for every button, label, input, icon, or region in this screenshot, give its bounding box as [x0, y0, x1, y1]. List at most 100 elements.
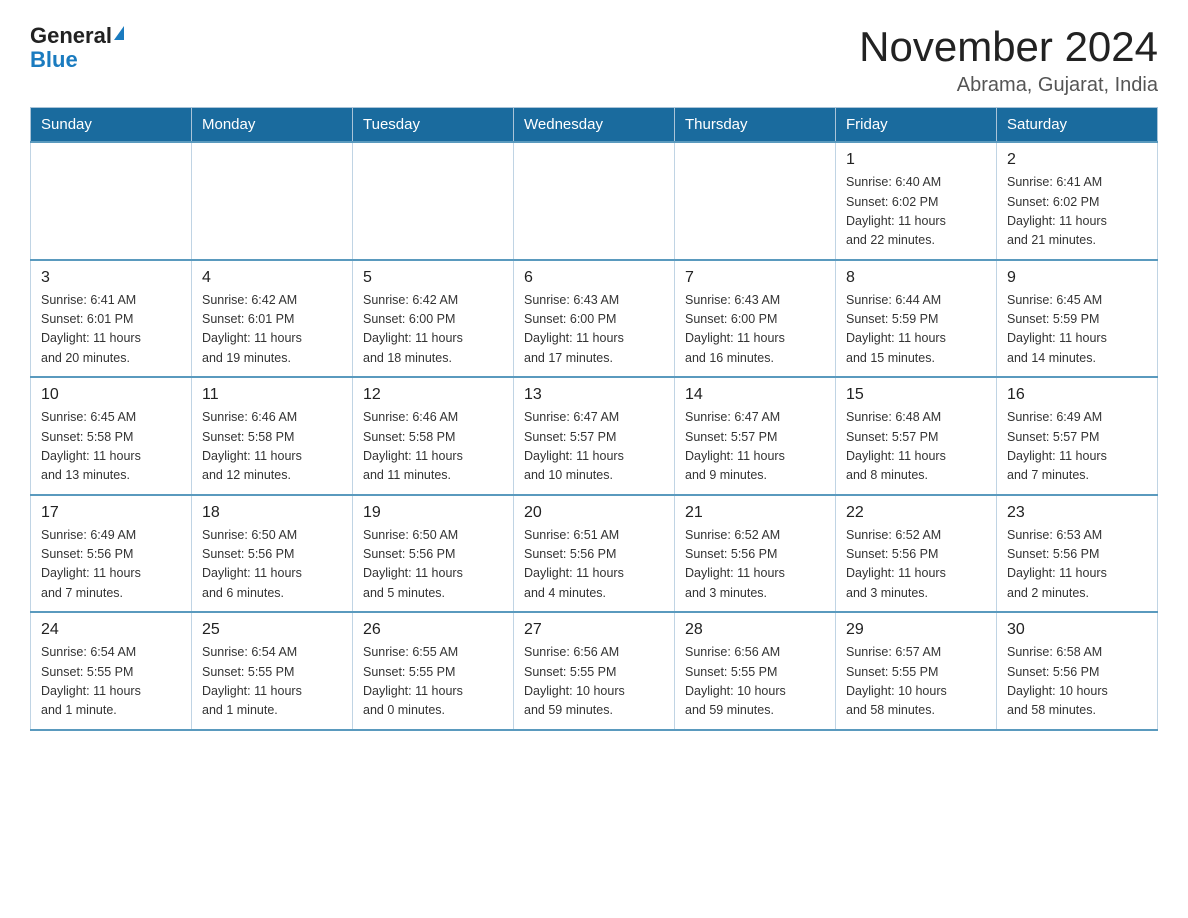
- weekday-header-friday: Friday: [836, 108, 997, 143]
- calendar-cell: 2 Sunrise: 6:41 AM Sunset: 6:02 PM Daylig…: [997, 142, 1158, 260]
- day-info: Sunrise: 6:57 AM Sunset: 5:55 PM Dayligh…: [846, 643, 986, 721]
- day-number: 17: [41, 504, 181, 522]
- calendar-cell: [192, 142, 353, 260]
- logo-triangle-icon: [114, 26, 124, 40]
- day-info: Sunrise: 6:42 AM Sunset: 6:01 PM Dayligh…: [202, 291, 342, 369]
- calendar-cell: 12Sunrise: 6:46 AM Sunset: 5:58 PM Dayli…: [353, 377, 514, 495]
- day-info: Sunrise: 6:49 AM Sunset: 5:57 PM Dayligh…: [1007, 408, 1147, 486]
- day-number: 13: [524, 386, 664, 404]
- weekday-header-tuesday: Tuesday: [353, 108, 514, 143]
- day-number: 5: [363, 269, 503, 287]
- calendar-cell: 23 Sunrise: 6:53 AM Sunset: 5:56 PM Dayli…: [997, 495, 1158, 613]
- day-info: Sunrise: 6:49 AM Sunset: 5:56 PM Dayligh…: [41, 526, 181, 604]
- day-info: Sunrise: 6:45 AM Sunset: 5:59 PM Dayligh…: [1007, 291, 1147, 369]
- day-info: Sunrise: 6:53 AM Sunset: 5:56 PM Dayligh…: [1007, 526, 1147, 604]
- day-info: Sunrise: 6:42 AM Sunset: 6:00 PM Dayligh…: [363, 291, 503, 369]
- logo-blue-text: Blue: [30, 48, 78, 72]
- day-info: Sunrise: 6:51 AM Sunset: 5:56 PM Dayligh…: [524, 526, 664, 604]
- calendar-cell: 24 Sunrise: 6:54 AM Sunset: 5:55 PM Dayli…: [31, 612, 192, 730]
- calendar-cell: 6Sunrise: 6:43 AM Sunset: 6:00 PM Daylig…: [514, 260, 675, 378]
- calendar-cell: 4 Sunrise: 6:42 AM Sunset: 6:01 PM Daylig…: [192, 260, 353, 378]
- calendar-cell: 30 Sunrise: 6:58 AM Sunset: 5:56 PM Dayli…: [997, 612, 1158, 730]
- calendar-cell: 26 Sunrise: 6:55 AM Sunset: 5:55 PM Dayli…: [353, 612, 514, 730]
- day-info: Sunrise: 6:47 AM Sunset: 5:57 PM Dayligh…: [685, 408, 825, 486]
- calendar-cell: 9 Sunrise: 6:45 AM Sunset: 5:59 PM Daylig…: [997, 260, 1158, 378]
- day-info: Sunrise: 6:58 AM Sunset: 5:56 PM Dayligh…: [1007, 643, 1147, 721]
- calendar-body: 1 Sunrise: 6:40 AM Sunset: 6:02 PM Daylig…: [31, 142, 1158, 730]
- day-info: Sunrise: 6:46 AM Sunset: 5:58 PM Dayligh…: [202, 408, 342, 486]
- week-row-2: 3 Sunrise: 6:41 AM Sunset: 6:01 PM Daylig…: [31, 260, 1158, 378]
- calendar-cell: [514, 142, 675, 260]
- calendar-cell: 25 Sunrise: 6:54 AM Sunset: 5:55 PM Dayli…: [192, 612, 353, 730]
- calendar-cell: 21Sunrise: 6:52 AM Sunset: 5:56 PM Dayli…: [675, 495, 836, 613]
- day-info: Sunrise: 6:54 AM Sunset: 5:55 PM Dayligh…: [41, 643, 181, 721]
- day-number: 9: [1007, 269, 1147, 287]
- calendar-cell: 29 Sunrise: 6:57 AM Sunset: 5:55 PM Dayli…: [836, 612, 997, 730]
- day-info: Sunrise: 6:56 AM Sunset: 5:55 PM Dayligh…: [685, 643, 825, 721]
- day-info: Sunrise: 6:54 AM Sunset: 5:55 PM Dayligh…: [202, 643, 342, 721]
- day-number: 15: [846, 386, 986, 404]
- calendar-cell: [31, 142, 192, 260]
- title-area: November 2024 Abrama, Gujarat, India: [859, 24, 1158, 97]
- weekday-header-wednesday: Wednesday: [514, 108, 675, 143]
- calendar-cell: 18Sunrise: 6:50 AM Sunset: 5:56 PM Dayli…: [192, 495, 353, 613]
- calendar-header: SundayMondayTuesdayWednesdayThursdayFrid…: [31, 108, 1158, 143]
- day-number: 29: [846, 621, 986, 639]
- day-number: 6: [524, 269, 664, 287]
- calendar-cell: 8Sunrise: 6:44 AM Sunset: 5:59 PM Daylig…: [836, 260, 997, 378]
- calendar-cell: 1 Sunrise: 6:40 AM Sunset: 6:02 PM Daylig…: [836, 142, 997, 260]
- calendar-cell: 5 Sunrise: 6:42 AM Sunset: 6:00 PM Daylig…: [353, 260, 514, 378]
- day-number: 18: [202, 504, 342, 522]
- day-info: Sunrise: 6:50 AM Sunset: 5:56 PM Dayligh…: [363, 526, 503, 604]
- day-number: 22: [846, 504, 986, 522]
- day-number: 16: [1007, 386, 1147, 404]
- calendar-cell: 10Sunrise: 6:45 AM Sunset: 5:58 PM Dayli…: [31, 377, 192, 495]
- day-info: Sunrise: 6:56 AM Sunset: 5:55 PM Dayligh…: [524, 643, 664, 721]
- calendar-cell: 3 Sunrise: 6:41 AM Sunset: 6:01 PM Daylig…: [31, 260, 192, 378]
- day-number: 20: [524, 504, 664, 522]
- weekday-header-thursday: Thursday: [675, 108, 836, 143]
- calendar-cell: 19Sunrise: 6:50 AM Sunset: 5:56 PM Dayli…: [353, 495, 514, 613]
- day-number: 12: [363, 386, 503, 404]
- calendar-cell: 11 Sunrise: 6:46 AM Sunset: 5:58 PM Dayli…: [192, 377, 353, 495]
- week-row-3: 10Sunrise: 6:45 AM Sunset: 5:58 PM Dayli…: [31, 377, 1158, 495]
- day-number: 27: [524, 621, 664, 639]
- day-info: Sunrise: 6:45 AM Sunset: 5:58 PM Dayligh…: [41, 408, 181, 486]
- page-header: General Blue November 2024 Abrama, Gujar…: [30, 24, 1158, 97]
- day-number: 2: [1007, 151, 1147, 169]
- day-number: 25: [202, 621, 342, 639]
- day-number: 21: [685, 504, 825, 522]
- day-number: 3: [41, 269, 181, 287]
- day-number: 7: [685, 269, 825, 287]
- day-number: 1: [846, 151, 986, 169]
- day-info: Sunrise: 6:48 AM Sunset: 5:57 PM Dayligh…: [846, 408, 986, 486]
- calendar-cell: [353, 142, 514, 260]
- calendar-cell: 17 Sunrise: 6:49 AM Sunset: 5:56 PM Dayli…: [31, 495, 192, 613]
- day-number: 11: [202, 386, 342, 404]
- day-number: 4: [202, 269, 342, 287]
- day-info: Sunrise: 6:55 AM Sunset: 5:55 PM Dayligh…: [363, 643, 503, 721]
- month-title: November 2024: [859, 24, 1158, 70]
- day-number: 8: [846, 269, 986, 287]
- day-number: 23: [1007, 504, 1147, 522]
- calendar-cell: 16 Sunrise: 6:49 AM Sunset: 5:57 PM Dayli…: [997, 377, 1158, 495]
- day-number: 24: [41, 621, 181, 639]
- weekday-header-row: SundayMondayTuesdayWednesdayThursdayFrid…: [31, 108, 1158, 143]
- calendar-cell: 15 Sunrise: 6:48 AM Sunset: 5:57 PM Dayli…: [836, 377, 997, 495]
- logo: General Blue: [30, 24, 124, 72]
- calendar-cell: 20 Sunrise: 6:51 AM Sunset: 5:56 PM Dayli…: [514, 495, 675, 613]
- day-info: Sunrise: 6:41 AM Sunset: 6:01 PM Dayligh…: [41, 291, 181, 369]
- day-info: Sunrise: 6:40 AM Sunset: 6:02 PM Dayligh…: [846, 173, 986, 251]
- day-number: 14: [685, 386, 825, 404]
- calendar-cell: 14 Sunrise: 6:47 AM Sunset: 5:57 PM Dayli…: [675, 377, 836, 495]
- day-number: 30: [1007, 621, 1147, 639]
- calendar-cell: [675, 142, 836, 260]
- day-number: 26: [363, 621, 503, 639]
- week-row-4: 17 Sunrise: 6:49 AM Sunset: 5:56 PM Dayli…: [31, 495, 1158, 613]
- week-row-5: 24 Sunrise: 6:54 AM Sunset: 5:55 PM Dayli…: [31, 612, 1158, 730]
- calendar-cell: 13Sunrise: 6:47 AM Sunset: 5:57 PM Dayli…: [514, 377, 675, 495]
- day-info: Sunrise: 6:41 AM Sunset: 6:02 PM Dayligh…: [1007, 173, 1147, 251]
- weekday-header-sunday: Sunday: [31, 108, 192, 143]
- day-number: 28: [685, 621, 825, 639]
- day-info: Sunrise: 6:52 AM Sunset: 5:56 PM Dayligh…: [846, 526, 986, 604]
